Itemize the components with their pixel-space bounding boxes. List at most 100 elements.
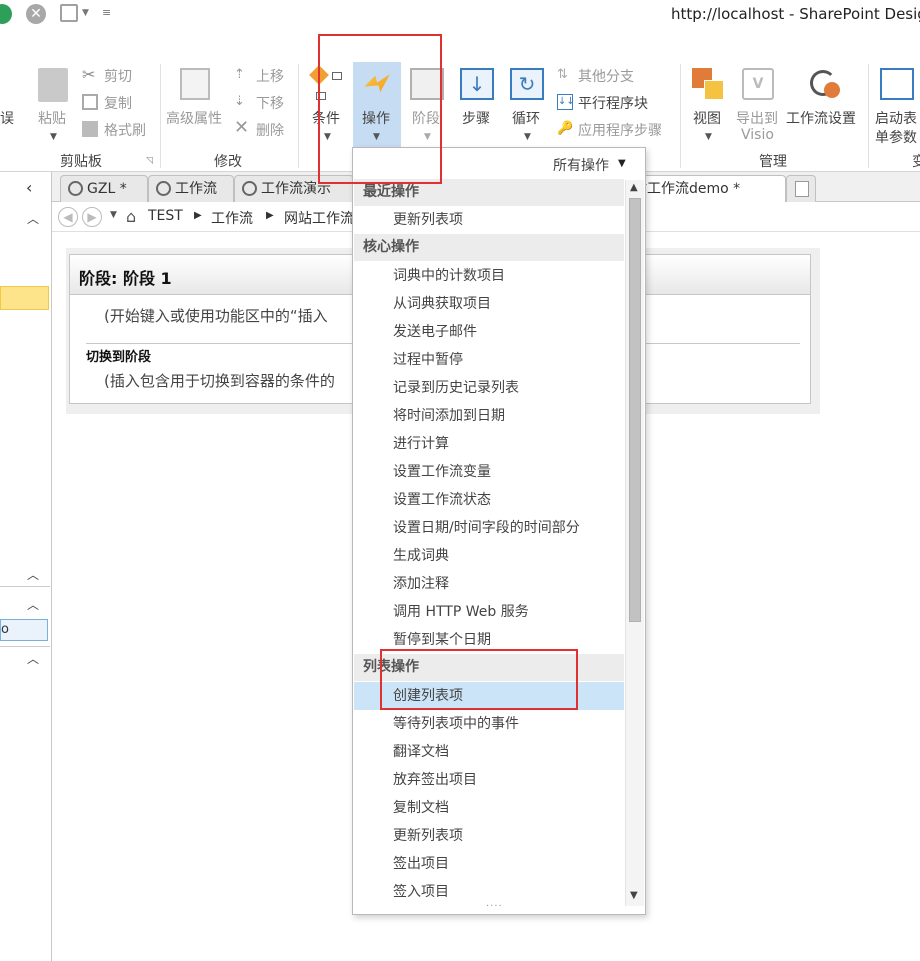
paste-button[interactable]: 粘贴 ▼ bbox=[34, 64, 74, 144]
list-item[interactable]: 生成词典 bbox=[354, 542, 624, 570]
chevron-up-icon[interactable]: ︿ bbox=[27, 566, 39, 583]
scroll-down-icon[interactable]: ▼ bbox=[630, 890, 638, 901]
export-visio-button[interactable]: V 导出到 Visio bbox=[736, 64, 782, 144]
tab-workflow[interactable]: 工作流 bbox=[148, 175, 234, 202]
cut-button[interactable]: 剪切 bbox=[104, 66, 132, 86]
start-options-label-2: 单参数 bbox=[875, 130, 917, 144]
group-separator bbox=[680, 64, 681, 168]
scroll-up-icon[interactable]: ▲ bbox=[630, 182, 638, 193]
workflow-settings-button[interactable]: 工作流设置 bbox=[786, 64, 864, 134]
app-step-button[interactable]: 应用程序步骤 bbox=[578, 120, 662, 140]
manage-group-label: 管理 bbox=[759, 154, 787, 170]
breadcrumb-item[interactable]: 网站工作流 bbox=[284, 208, 354, 228]
format-painter-button[interactable]: 格式刷 bbox=[104, 120, 146, 140]
back-icon[interactable]: ◀ bbox=[58, 207, 78, 227]
title-bar: ✕ ▼ ≡ http://localhost - SharePoint Desi… bbox=[0, 0, 920, 30]
scrollbar[interactable]: ▲ ▼ bbox=[625, 180, 644, 906]
nav-item-selected-box[interactable]: o bbox=[0, 619, 48, 641]
list-item[interactable]: 翻译文档 bbox=[354, 738, 624, 766]
parallel-block-icon: ↓↓ bbox=[557, 94, 575, 110]
clipboard-launcher-icon[interactable]: ◹ bbox=[146, 156, 153, 166]
all-actions-button[interactable]: 所有操作 ▼ bbox=[523, 152, 643, 176]
paste-label: 粘贴 bbox=[38, 111, 66, 127]
list-item[interactable]: 设置工作流状态 bbox=[354, 486, 624, 514]
paste-caret-icon: ▼ bbox=[50, 132, 57, 142]
other-branch-button[interactable]: 其他分支 bbox=[578, 66, 634, 86]
list-item[interactable]: 过程中暂停 bbox=[354, 346, 624, 374]
history-dropdown-icon[interactable]: ▼ bbox=[110, 210, 117, 220]
start-options-label-1: 启动表 bbox=[875, 111, 917, 127]
all-actions-caret-icon: ▼ bbox=[618, 158, 626, 169]
forward-icon[interactable]: ▶ bbox=[82, 207, 102, 227]
export-visio-label-1: 导出到 bbox=[736, 111, 778, 127]
move-down-button[interactable]: 下移 bbox=[256, 93, 284, 113]
step-button[interactable]: ↓ 步骤 bbox=[456, 64, 500, 134]
move-up-button[interactable]: 上移 bbox=[256, 66, 284, 86]
parallel-block-button[interactable]: 平行程序块 bbox=[578, 93, 648, 113]
delete-button[interactable]: 删除 bbox=[256, 120, 284, 140]
start-options-button[interactable]: 启动表 单参数 bbox=[872, 64, 920, 144]
close-circle-icon[interactable]: ✕ bbox=[26, 4, 46, 24]
transition-title: 切换到阶段 bbox=[86, 350, 152, 365]
copy-icon bbox=[82, 94, 98, 110]
tab-gzl[interactable]: GZL * bbox=[60, 175, 148, 202]
scroll-thumb[interactable] bbox=[629, 198, 641, 622]
list-item[interactable]: 进行计算 bbox=[354, 430, 624, 458]
breadcrumb-chevron-icon: ▶ bbox=[266, 210, 274, 221]
list-item[interactable]: 签出项目 bbox=[354, 850, 624, 878]
list-item[interactable]: 记录到历史记录列表 bbox=[354, 374, 624, 402]
list-item[interactable]: 放弃签出项目 bbox=[354, 766, 624, 794]
list-item[interactable]: 词典中的计数项目 bbox=[354, 262, 624, 290]
loop-button[interactable]: ↻ 循环 ▼ bbox=[506, 64, 550, 144]
workflow-settings-icon bbox=[808, 68, 842, 100]
stage-hint[interactable]: (开始键入或使用功能区中的“插入 bbox=[104, 305, 328, 326]
advanced-properties-button[interactable]: 高级属性 bbox=[166, 64, 232, 134]
nav-divider bbox=[0, 586, 50, 587]
resize-grip-icon[interactable]: ···· bbox=[486, 901, 503, 912]
list-item[interactable]: 更新列表项 bbox=[354, 822, 624, 850]
quick-access-dropdown-icon[interactable]: ▼ bbox=[82, 8, 89, 18]
chevron-up-icon[interactable]: ︿ bbox=[27, 650, 39, 667]
view-icon bbox=[692, 68, 726, 100]
breadcrumb-item[interactable]: 工作流 bbox=[211, 208, 253, 228]
collapse-pane-icon[interactable]: ‹ bbox=[26, 178, 32, 197]
all-actions-label: 所有操作 bbox=[553, 158, 609, 174]
list-item[interactable]: 调用 HTTP Web 服务 bbox=[354, 598, 624, 626]
view-button[interactable]: 视图 ▼ bbox=[688, 64, 732, 144]
selected-nav-item[interactable] bbox=[0, 286, 49, 310]
visio-icon: V bbox=[742, 68, 774, 100]
home-icon: ⌂ bbox=[126, 207, 137, 226]
list-item[interactable]: 将时间添加到日期 bbox=[354, 402, 624, 430]
list-item[interactable]: 设置工作流变量 bbox=[354, 458, 624, 486]
navigation-pane: ‹ ︿ ︿ ︿ o ︿ bbox=[0, 172, 52, 961]
workflow-settings-label: 工作流设置 bbox=[786, 111, 856, 127]
customize-toolbar-icon[interactable]: ≡ bbox=[102, 6, 111, 19]
list-item[interactable]: 发送电子邮件 bbox=[354, 318, 624, 346]
list-item[interactable]: 更新列表项 bbox=[354, 206, 624, 234]
move-down-icon: ⇣ bbox=[234, 94, 245, 109]
list-item[interactable]: 添加注释 bbox=[354, 570, 624, 598]
advanced-properties-label: 高级属性 bbox=[166, 111, 222, 127]
list-item[interactable]: 复制文档 bbox=[354, 794, 624, 822]
list-item[interactable]: 等待列表项中的事件 bbox=[354, 710, 624, 738]
preview-icon[interactable] bbox=[60, 4, 78, 22]
group-separator bbox=[868, 64, 869, 168]
breadcrumb-item[interactable]: TEST bbox=[148, 208, 183, 224]
transition-hint[interactable]: (插入包含用于切换到容器的条件的 bbox=[104, 370, 335, 391]
group-separator bbox=[160, 64, 161, 168]
delete-icon: ✕ bbox=[234, 117, 250, 138]
scissors-icon: ✂ bbox=[82, 65, 96, 84]
app-icon[interactable] bbox=[0, 4, 12, 24]
chevron-up-icon[interactable]: ︿ bbox=[27, 596, 39, 613]
chevron-up-icon[interactable]: ︿ bbox=[27, 210, 39, 227]
start-options-icon bbox=[880, 68, 914, 100]
step-icon: ↓ bbox=[460, 68, 494, 100]
list-item[interactable]: 设置日期/时间字段的时间部分 bbox=[354, 514, 624, 542]
list-item[interactable]: 从词典获取项目 bbox=[354, 290, 624, 318]
nav-divider bbox=[0, 646, 50, 647]
app-step-icon: 🔑 bbox=[557, 121, 574, 136]
new-tab-button[interactable] bbox=[786, 175, 816, 202]
copy-button[interactable]: 复制 bbox=[104, 93, 132, 113]
loop-caret-icon: ▼ bbox=[524, 132, 531, 142]
export-visio-label-2: Visio bbox=[741, 127, 774, 143]
